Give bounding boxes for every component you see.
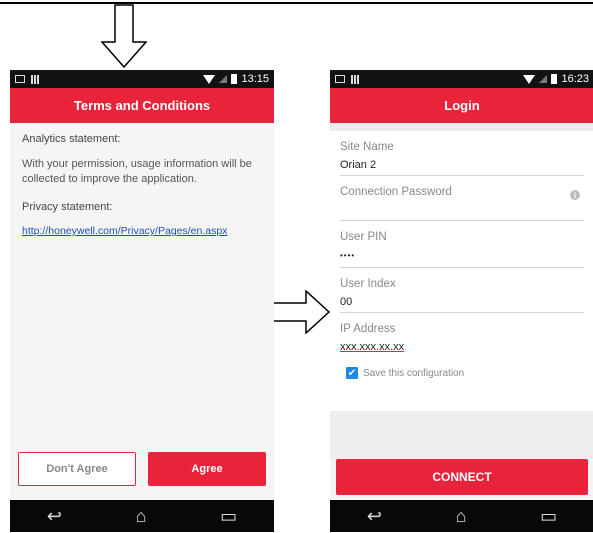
field-label: User PIN bbox=[340, 231, 387, 243]
analytics-heading: Analytics statement: bbox=[22, 133, 121, 145]
save-config-row[interactable]: ✔ Save this configuration bbox=[346, 367, 584, 379]
status-bar: 13:15 bbox=[10, 70, 274, 88]
field-label: Connection Password bbox=[340, 186, 452, 198]
terms-content: Analytics statement: With your permissio… bbox=[10, 123, 274, 441]
field-label: Site Name bbox=[340, 141, 394, 153]
right-arrow-icon bbox=[268, 290, 330, 334]
terms-button-row: Don't Agree Agree bbox=[18, 452, 266, 486]
form-footer-space bbox=[330, 411, 593, 459]
status-bar: 16:23 bbox=[330, 70, 593, 88]
connection-password-input[interactable] bbox=[340, 204, 584, 216]
sim-icon bbox=[31, 74, 39, 84]
login-screen: 16:23 Login Site Name Orian 2 Connection… bbox=[330, 70, 593, 532]
signal-icon bbox=[539, 75, 548, 83]
nav-bar: ↩ ⌂ ▭ bbox=[10, 500, 274, 532]
recents-icon[interactable]: ▭ bbox=[220, 506, 237, 527]
back-icon[interactable]: ↩ bbox=[47, 506, 62, 527]
field-label: User Index bbox=[340, 278, 396, 290]
signal-icon bbox=[219, 75, 228, 83]
user-index-field[interactable]: User Index 00 bbox=[340, 268, 584, 313]
checkbox-icon[interactable]: ✔ bbox=[346, 367, 358, 379]
status-time: 16:23 bbox=[561, 73, 589, 85]
home-icon[interactable]: ⌂ bbox=[456, 506, 467, 527]
recents-icon[interactable]: ▭ bbox=[540, 506, 557, 527]
top-divider bbox=[0, 2, 593, 4]
nav-bar: ↩ ⌂ ▭ bbox=[330, 500, 593, 532]
site-name-field[interactable]: Site Name Orian 2 bbox=[340, 131, 584, 176]
page-title: Terms and Conditions bbox=[73, 98, 211, 113]
ip-address-input[interactable]: xxx.xxx.xx.xx bbox=[340, 341, 584, 353]
field-label: IP Address bbox=[340, 323, 396, 335]
down-arrow-icon bbox=[101, 4, 147, 68]
image-icon bbox=[335, 75, 345, 83]
terms-screen: 13:15 Terms and Conditions Analytics sta… bbox=[10, 70, 274, 532]
top-strip bbox=[330, 123, 593, 131]
page-title: Login bbox=[444, 98, 480, 113]
battery-icon bbox=[231, 74, 238, 84]
home-icon[interactable]: ⌂ bbox=[136, 506, 147, 527]
connection-password-field[interactable]: Connection Password i bbox=[340, 176, 584, 221]
save-config-label: Save this configuration bbox=[363, 367, 465, 379]
privacy-link[interactable]: http://honeywell.com/Privacy/Pages/en.as… bbox=[22, 225, 227, 237]
analytics-text: With your permission, usage information … bbox=[22, 158, 252, 185]
dont-agree-button[interactable]: Don't Agree bbox=[18, 452, 136, 486]
back-icon[interactable]: ↩ bbox=[367, 506, 382, 527]
wifi-icon bbox=[523, 74, 536, 84]
agree-button[interactable]: Agree bbox=[148, 452, 266, 486]
app-bar: Login bbox=[330, 88, 593, 123]
status-time: 13:15 bbox=[241, 73, 269, 85]
connect-button[interactable]: CONNECT bbox=[336, 459, 588, 495]
wifi-icon bbox=[203, 74, 216, 84]
user-pin-field[interactable]: User PIN •••• bbox=[340, 221, 584, 268]
login-content: Site Name Orian 2 Connection Password i … bbox=[330, 123, 593, 459]
login-form: Site Name Orian 2 Connection Password i … bbox=[330, 131, 593, 411]
image-icon bbox=[15, 75, 25, 83]
privacy-heading: Privacy statement: bbox=[22, 201, 113, 213]
sim-icon bbox=[351, 74, 359, 84]
app-bar: Terms and Conditions bbox=[10, 88, 274, 123]
info-icon[interactable]: i bbox=[570, 190, 580, 200]
battery-icon bbox=[551, 74, 558, 84]
user-pin-input[interactable]: •••• bbox=[340, 251, 584, 263]
ip-address-field[interactable]: IP Address xxx.xxx.xx.xx bbox=[340, 313, 584, 357]
site-name-input[interactable]: Orian 2 bbox=[340, 159, 584, 171]
user-index-input[interactable]: 00 bbox=[340, 296, 584, 308]
